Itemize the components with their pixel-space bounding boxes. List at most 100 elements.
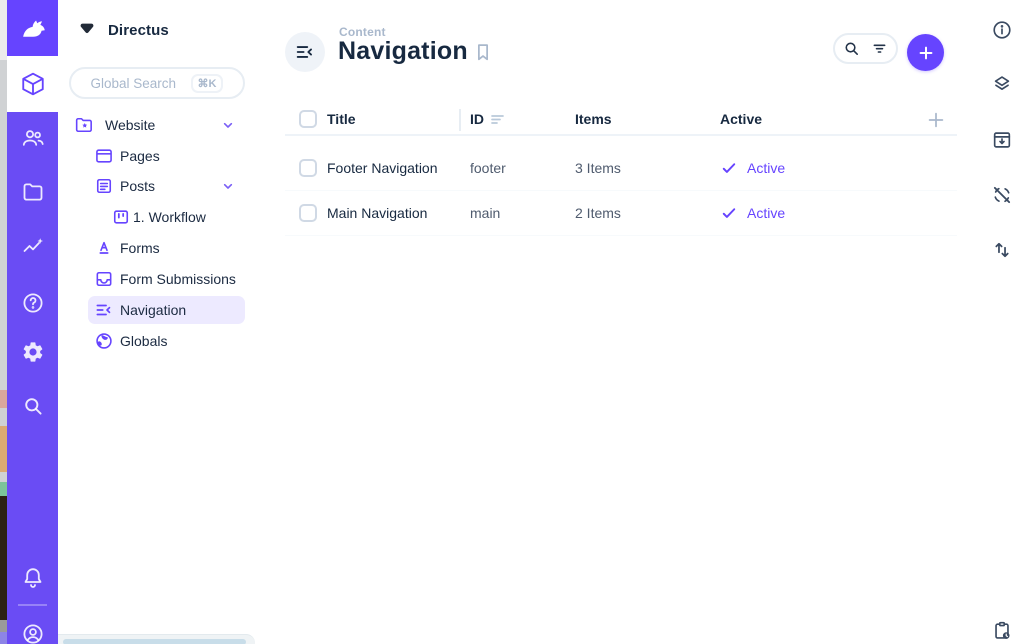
plus-icon bbox=[916, 43, 936, 63]
box-icon bbox=[20, 71, 46, 97]
module-search[interactable] bbox=[7, 392, 58, 420]
bell-icon bbox=[21, 566, 45, 590]
nav-item-label: Navigation bbox=[120, 295, 186, 325]
inbox-icon bbox=[94, 269, 114, 289]
column-header-items[interactable]: Items bbox=[575, 104, 612, 134]
nav-item-label: Website bbox=[105, 110, 155, 140]
nav-item-label: Posts bbox=[120, 171, 155, 201]
active-label: Active bbox=[747, 160, 785, 176]
search-shortcut-badge: ⌘K bbox=[191, 74, 224, 93]
cell-active: Active bbox=[720, 191, 785, 235]
article-icon bbox=[94, 176, 114, 196]
cell-active: Active bbox=[720, 146, 785, 190]
global-search-input[interactable] bbox=[91, 76, 183, 91]
column-header-active[interactable]: Active bbox=[720, 104, 762, 134]
folder-star-icon bbox=[74, 115, 94, 135]
row-checkbox[interactable] bbox=[299, 159, 317, 177]
search-icon bbox=[21, 394, 45, 418]
nav-item-pages[interactable]: Pages bbox=[58, 141, 260, 171]
account-icon bbox=[21, 622, 45, 644]
background-peek-strip bbox=[0, 0, 7, 644]
module-content-active[interactable] bbox=[7, 56, 58, 112]
text-field-icon bbox=[94, 238, 114, 258]
nav-list-icon bbox=[94, 300, 114, 320]
account-button[interactable] bbox=[7, 620, 58, 644]
global-search: ⌘K bbox=[69, 67, 245, 99]
gear-icon bbox=[21, 340, 45, 364]
project-chooser[interactable]: Directus bbox=[58, 12, 260, 48]
insights-icon bbox=[21, 235, 45, 259]
nav-item-navigation-selected[interactable]: Navigation bbox=[58, 295, 260, 325]
column-header-id-label: ID bbox=[470, 111, 484, 127]
project-diamond-icon bbox=[76, 19, 98, 41]
collection-icon-button[interactable] bbox=[285, 32, 325, 72]
table-row[interactable]: Footer Navigation footer 3 Items Active bbox=[285, 146, 957, 191]
row-checkbox[interactable] bbox=[299, 204, 317, 222]
sort-indicator-icon bbox=[491, 114, 504, 125]
nav-item-forms[interactable]: Forms bbox=[58, 233, 260, 263]
module-settings[interactable] bbox=[7, 338, 58, 366]
cell-id: footer bbox=[470, 146, 506, 190]
swap-vertical-icon[interactable] bbox=[991, 239, 1013, 261]
info-icon[interactable] bbox=[991, 19, 1013, 41]
module-users[interactable] bbox=[7, 124, 58, 152]
search-filter-group bbox=[833, 33, 898, 64]
filter-icon[interactable] bbox=[870, 39, 889, 58]
page-title: Navigation bbox=[338, 37, 468, 66]
layers-icon[interactable] bbox=[991, 73, 1013, 95]
clipboard-clock-icon[interactable] bbox=[991, 620, 1013, 642]
nav-item-globals[interactable]: Globals bbox=[58, 326, 260, 356]
bookmark-icon[interactable] bbox=[472, 41, 494, 63]
notifications-button[interactable] bbox=[7, 564, 58, 592]
nav-item-label: 1. Workflow bbox=[133, 202, 206, 232]
module-insights[interactable] bbox=[7, 233, 58, 261]
horizontal-scrollbar bbox=[58, 634, 255, 644]
cell-items: 3 Items bbox=[575, 146, 621, 190]
nav-item-label: Pages bbox=[120, 141, 160, 171]
check-icon bbox=[720, 159, 738, 177]
cell-title: Main Navigation bbox=[327, 191, 427, 235]
active-label: Active bbox=[747, 205, 785, 221]
archive-icon[interactable] bbox=[991, 129, 1013, 151]
cell-id: main bbox=[470, 191, 500, 235]
module-files[interactable] bbox=[7, 178, 58, 206]
module-bar-divider bbox=[18, 604, 47, 606]
table-header-row: Title ID Items Active bbox=[285, 104, 957, 136]
add-column-icon[interactable] bbox=[925, 109, 947, 131]
nav-item-label: Globals bbox=[120, 326, 167, 356]
table-row[interactable]: Main Navigation main 2 Items Active bbox=[285, 191, 957, 236]
folder-icon bbox=[21, 180, 45, 204]
module-docs[interactable] bbox=[7, 289, 58, 317]
check-icon bbox=[720, 204, 738, 222]
nav-item-label: Forms bbox=[120, 233, 160, 263]
help-icon bbox=[21, 291, 45, 315]
search-icon[interactable] bbox=[842, 39, 861, 58]
kanban-icon bbox=[111, 207, 131, 227]
nav-item-form-submissions[interactable]: Form Submissions bbox=[58, 264, 260, 294]
nav-item-posts[interactable]: Posts bbox=[58, 171, 260, 201]
browser-icon bbox=[94, 146, 114, 166]
directus-app: Directus ⌘K Website Pages bbox=[0, 0, 1028, 644]
create-item-button[interactable] bbox=[907, 34, 944, 71]
cell-title: Footer Navigation bbox=[327, 146, 438, 190]
nav-item-workflow[interactable]: 1. Workflow bbox=[58, 202, 260, 232]
column-header-id[interactable]: ID bbox=[470, 104, 504, 134]
globe-icon bbox=[94, 331, 114, 351]
project-logo-button[interactable] bbox=[7, 0, 58, 56]
column-resize-handle[interactable] bbox=[459, 109, 461, 131]
directus-rabbit-logo-icon bbox=[17, 12, 49, 44]
select-all-checkbox[interactable] bbox=[299, 110, 317, 128]
nav-sidebar: Directus ⌘K Website Pages bbox=[58, 0, 260, 644]
nav-item-website[interactable]: Website bbox=[58, 110, 260, 140]
cell-items: 2 Items bbox=[575, 191, 621, 235]
sync-disabled-icon[interactable] bbox=[991, 184, 1013, 206]
module-bar bbox=[7, 0, 58, 644]
project-name: Directus bbox=[108, 22, 169, 39]
chevron-down-icon[interactable] bbox=[220, 117, 236, 133]
nav-list-icon bbox=[294, 41, 316, 63]
scrollbar-thumb[interactable] bbox=[63, 639, 246, 644]
nav-item-label: Form Submissions bbox=[120, 264, 236, 294]
column-header-title[interactable]: Title bbox=[327, 104, 356, 134]
people-icon bbox=[21, 126, 45, 150]
chevron-down-icon[interactable] bbox=[220, 178, 236, 194]
